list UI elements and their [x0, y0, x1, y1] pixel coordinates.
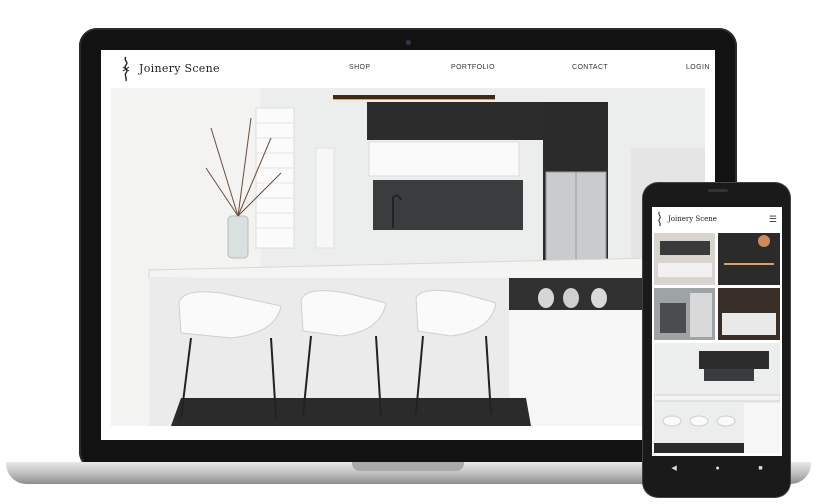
nav-link-login[interactable]: LOGIN: [686, 64, 710, 71]
laptop-camera: [406, 40, 411, 45]
recents-icon[interactable]: ■: [758, 465, 762, 472]
nav-link-contact[interactable]: CONTACT: [572, 64, 608, 71]
laptop-notch: [352, 462, 464, 471]
phone-nav-bar: ◀ ● ■: [652, 460, 782, 476]
nav-link-shop[interactable]: SHOP: [349, 64, 370, 71]
back-icon[interactable]: ◀: [671, 464, 676, 472]
nav-link-portfolio[interactable]: PORTFOLIO: [451, 64, 495, 71]
site-logo-text[interactable]: Joinery Scene: [139, 62, 220, 75]
logo-icon: [658, 211, 661, 227]
site-header: Joinery Scene SHOP PORTFOLIO CONTACT LOG…: [101, 50, 715, 88]
hamburger-icon[interactable]: ☰: [769, 214, 777, 225]
home-icon[interactable]: ●: [715, 465, 719, 472]
phone-logo-text[interactable]: Joinery Scene: [668, 215, 717, 223]
hero-image: [111, 88, 705, 426]
logo-icon: [122, 56, 130, 82]
portfolio-grid: [654, 233, 780, 453]
phone-speaker: [708, 189, 728, 192]
kitchen-photo: [111, 88, 705, 426]
phone-screen: Joinery Scene ☰: [652, 207, 782, 456]
laptop-screen: Joinery Scene SHOP PORTFOLIO CONTACT LOG…: [101, 50, 715, 440]
